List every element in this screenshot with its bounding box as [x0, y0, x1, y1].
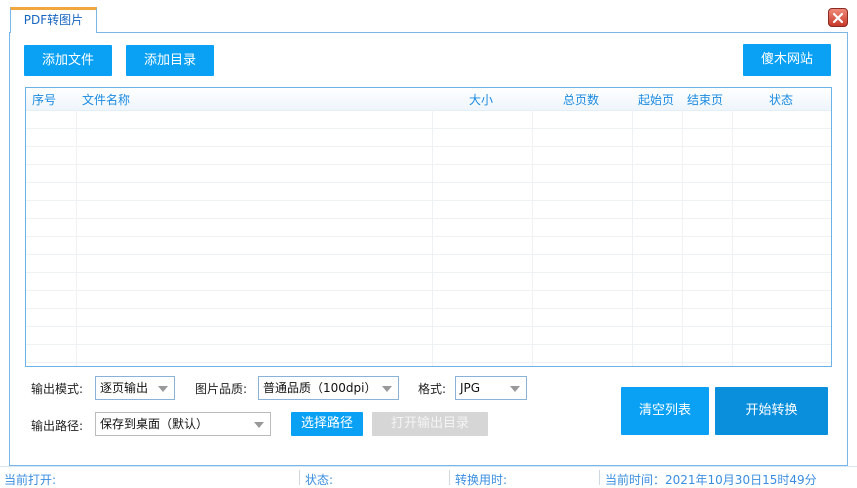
status-separator	[299, 470, 300, 485]
image-quality-select[interactable]: 普通品质（100dpi）	[258, 376, 399, 400]
row-divider	[26, 182, 831, 183]
status-bar: 当前打开: 状态: 转换用时: 当前时间：2021年10月30日15时49分	[0, 466, 857, 487]
row-divider	[26, 272, 831, 273]
status-current-time: 当前时间：2021年10月30日15时49分	[605, 473, 817, 487]
column-header-total-pages[interactable]: 总页数	[563, 91, 599, 108]
row-divider	[26, 218, 831, 219]
add-directory-button[interactable]: 添加目录	[126, 45, 214, 76]
output-path-label: 输出路径:	[31, 419, 84, 433]
tab-label: PDF转图片	[23, 13, 84, 27]
open-output-directory-button[interactable]: 打开输出目录	[372, 412, 488, 436]
output-mode-label: 输出模式:	[31, 382, 84, 396]
status-state: 状态:	[305, 473, 334, 487]
row-divider	[26, 164, 831, 165]
column-divider	[632, 110, 633, 366]
chevron-down-icon	[158, 386, 168, 392]
close-icon	[832, 12, 844, 24]
status-separator	[599, 470, 600, 485]
column-header-index[interactable]: 序号	[32, 91, 56, 108]
status-current-open: 当前打开:	[4, 473, 57, 487]
format-select[interactable]: JPG	[455, 376, 527, 400]
chevron-down-icon	[382, 386, 392, 392]
image-quality-label: 图片品质:	[195, 382, 248, 396]
row-divider	[26, 362, 831, 363]
table-header: 序号 文件名称 大小 总页数 起始页 结束页 状态	[26, 88, 831, 111]
add-file-button[interactable]: 添加文件	[24, 45, 112, 76]
row-divider	[26, 200, 831, 201]
column-divider	[732, 110, 733, 366]
column-header-end-page[interactable]: 结束页	[687, 91, 723, 108]
column-divider	[532, 110, 533, 366]
website-button[interactable]: 傻木网站	[743, 44, 831, 76]
row-divider	[26, 254, 831, 255]
column-header-size[interactable]: 大小	[469, 91, 493, 108]
column-divider	[76, 110, 77, 366]
row-divider	[26, 146, 831, 147]
output-path-value: 保存到桌面（默认）	[100, 417, 209, 431]
file-table[interactable]: 序号 文件名称 大小 总页数 起始页 结束页 状态	[25, 87, 832, 367]
output-mode-value: 逐页输出	[100, 381, 149, 395]
choose-path-button[interactable]: 选择路径	[291, 412, 363, 436]
row-divider	[26, 308, 831, 309]
column-header-filename[interactable]: 文件名称	[82, 91, 130, 108]
column-divider	[682, 110, 683, 366]
column-divider	[432, 110, 433, 366]
chevron-down-icon	[510, 386, 520, 392]
start-conversion-button[interactable]: 开始转换	[715, 387, 828, 435]
row-divider	[26, 326, 831, 327]
close-button[interactable]	[828, 8, 848, 27]
column-header-status[interactable]: 状态	[769, 91, 793, 108]
output-path-select[interactable]: 保存到桌面（默认）	[95, 412, 271, 436]
tab-pdf-to-image[interactable]: PDF转图片	[10, 7, 97, 33]
image-quality-value: 普通品质（100dpi）	[263, 381, 377, 395]
clear-list-button[interactable]: 清空列表	[621, 387, 709, 435]
format-label: 格式:	[418, 382, 447, 396]
row-divider	[26, 236, 831, 237]
row-divider	[26, 128, 831, 129]
status-separator	[449, 470, 450, 485]
chevron-down-icon	[254, 422, 264, 428]
status-elapsed: 转换用时:	[455, 473, 508, 487]
output-mode-select[interactable]: 逐页输出	[95, 376, 175, 400]
format-value: JPG	[460, 381, 481, 395]
row-divider	[26, 344, 831, 345]
row-divider	[26, 290, 831, 291]
column-header-start-page[interactable]: 起始页	[638, 91, 674, 108]
